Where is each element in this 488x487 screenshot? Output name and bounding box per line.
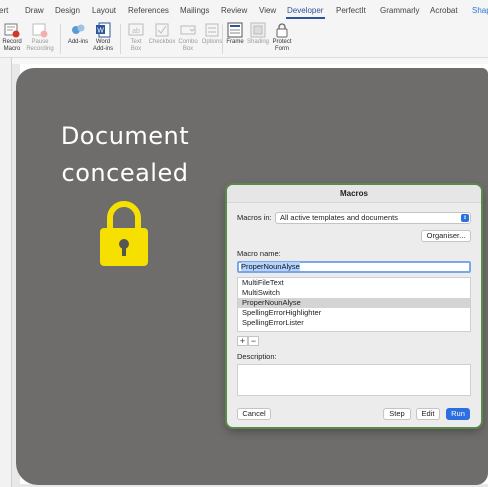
list-item[interactable]: SpellingErrorLister <box>238 318 470 328</box>
lock-icon <box>274 22 290 38</box>
padlock-icon <box>98 200 150 268</box>
macro-list[interactable]: MultiFileText MultiSwitch ProperNounAlys… <box>237 277 471 332</box>
tab-references[interactable]: References <box>128 6 169 15</box>
tab-mailings[interactable]: Mailings <box>180 6 209 15</box>
word-add-ins-button[interactable]: W Word Add-ins <box>88 22 118 53</box>
macro-name-value: ProperNounAlyse <box>241 262 300 271</box>
concealed-line-1: Document <box>60 122 190 150</box>
cancel-button[interactable]: Cancel <box>237 408 271 420</box>
macro-name-label: Macro name: <box>237 249 281 258</box>
tab-perfectit[interactable]: PerfectIt <box>336 6 366 15</box>
record-macro-button[interactable]: Record Macro <box>0 22 27 53</box>
vertical-ruler <box>0 58 12 487</box>
tab-design[interactable]: Design <box>55 6 80 15</box>
tab-layout[interactable]: Layout <box>92 6 116 15</box>
macros-in-select[interactable]: All active templates and documents ⇕ <box>275 212 471 224</box>
text-box-icon: ab <box>128 22 144 38</box>
macros-in-value: All active templates and documents <box>280 213 398 222</box>
organiser-button[interactable]: Organiser... <box>421 230 471 242</box>
tab-acrobat[interactable]: Acrobat <box>430 6 458 15</box>
edit-button[interactable]: Edit <box>416 408 440 420</box>
protect-form-label: Protect Form <box>272 39 292 52</box>
pause-recording-label: Pause Recording <box>26 39 54 52</box>
list-item[interactable]: MultiSwitch <box>238 288 470 298</box>
record-macro-icon <box>4 22 20 38</box>
svg-text:ab: ab <box>132 28 140 35</box>
dialog-title: Macros <box>227 185 481 203</box>
checkbox-icon <box>154 22 170 38</box>
description-field <box>237 364 471 396</box>
list-item-selected[interactable]: ProperNounAlyse <box>238 298 470 308</box>
tab-developer[interactable]: Developer <box>287 6 323 15</box>
concealed-message: Document concealed <box>40 118 210 192</box>
step-button[interactable]: Step <box>383 408 411 420</box>
protect-form-button[interactable]: Protect Form <box>267 22 297 53</box>
pause-recording-icon <box>32 22 48 38</box>
combo-box-icon <box>180 22 196 38</box>
options-icon <box>204 22 220 38</box>
svg-text:W: W <box>97 28 104 35</box>
active-tab-indicator <box>286 17 325 19</box>
tab-review[interactable]: Review <box>221 6 247 15</box>
word-add-ins-icon: W <box>95 22 111 38</box>
ribbon-tab-bar: ert Draw Design Layout References Mailin… <box>0 0 488 20</box>
tab-draw[interactable]: Draw <box>25 6 44 15</box>
shading-icon <box>250 22 266 38</box>
tab-view[interactable]: View <box>259 6 276 15</box>
tab-insert[interactable]: ert <box>0 6 8 15</box>
developer-ribbon: Record Macro Pause Recording Add-ins W W… <box>0 20 488 58</box>
concealed-line-2: concealed <box>61 159 189 187</box>
list-item[interactable]: SpellingErrorHighlighter <box>238 308 470 318</box>
tab-grammarly[interactable]: Grammarly <box>380 6 420 15</box>
macro-name-input[interactable]: ProperNounAlyse <box>237 261 471 273</box>
add-ins-icon <box>70 22 86 38</box>
toolbar-divider <box>60 24 61 54</box>
remove-macro-button[interactable]: − <box>248 336 259 346</box>
description-label: Description: <box>237 352 277 361</box>
run-button[interactable]: Run <box>446 408 470 420</box>
record-macro-label: Record Macro <box>2 39 22 52</box>
macros-in-label: Macros in: <box>237 213 272 222</box>
tab-shape-format[interactable]: Shap <box>472 6 488 15</box>
list-item[interactable]: MultiFileText <box>238 278 470 288</box>
chevron-updown-icon: ⇕ <box>461 214 469 222</box>
frame-icon <box>227 22 243 38</box>
pause-recording-button[interactable]: Pause Recording <box>25 22 55 53</box>
add-macro-button[interactable]: + <box>237 336 248 346</box>
word-add-ins-label: Word Add-ins <box>92 39 114 52</box>
macros-dialog: Macros Macros in: All active templates a… <box>227 185 481 427</box>
